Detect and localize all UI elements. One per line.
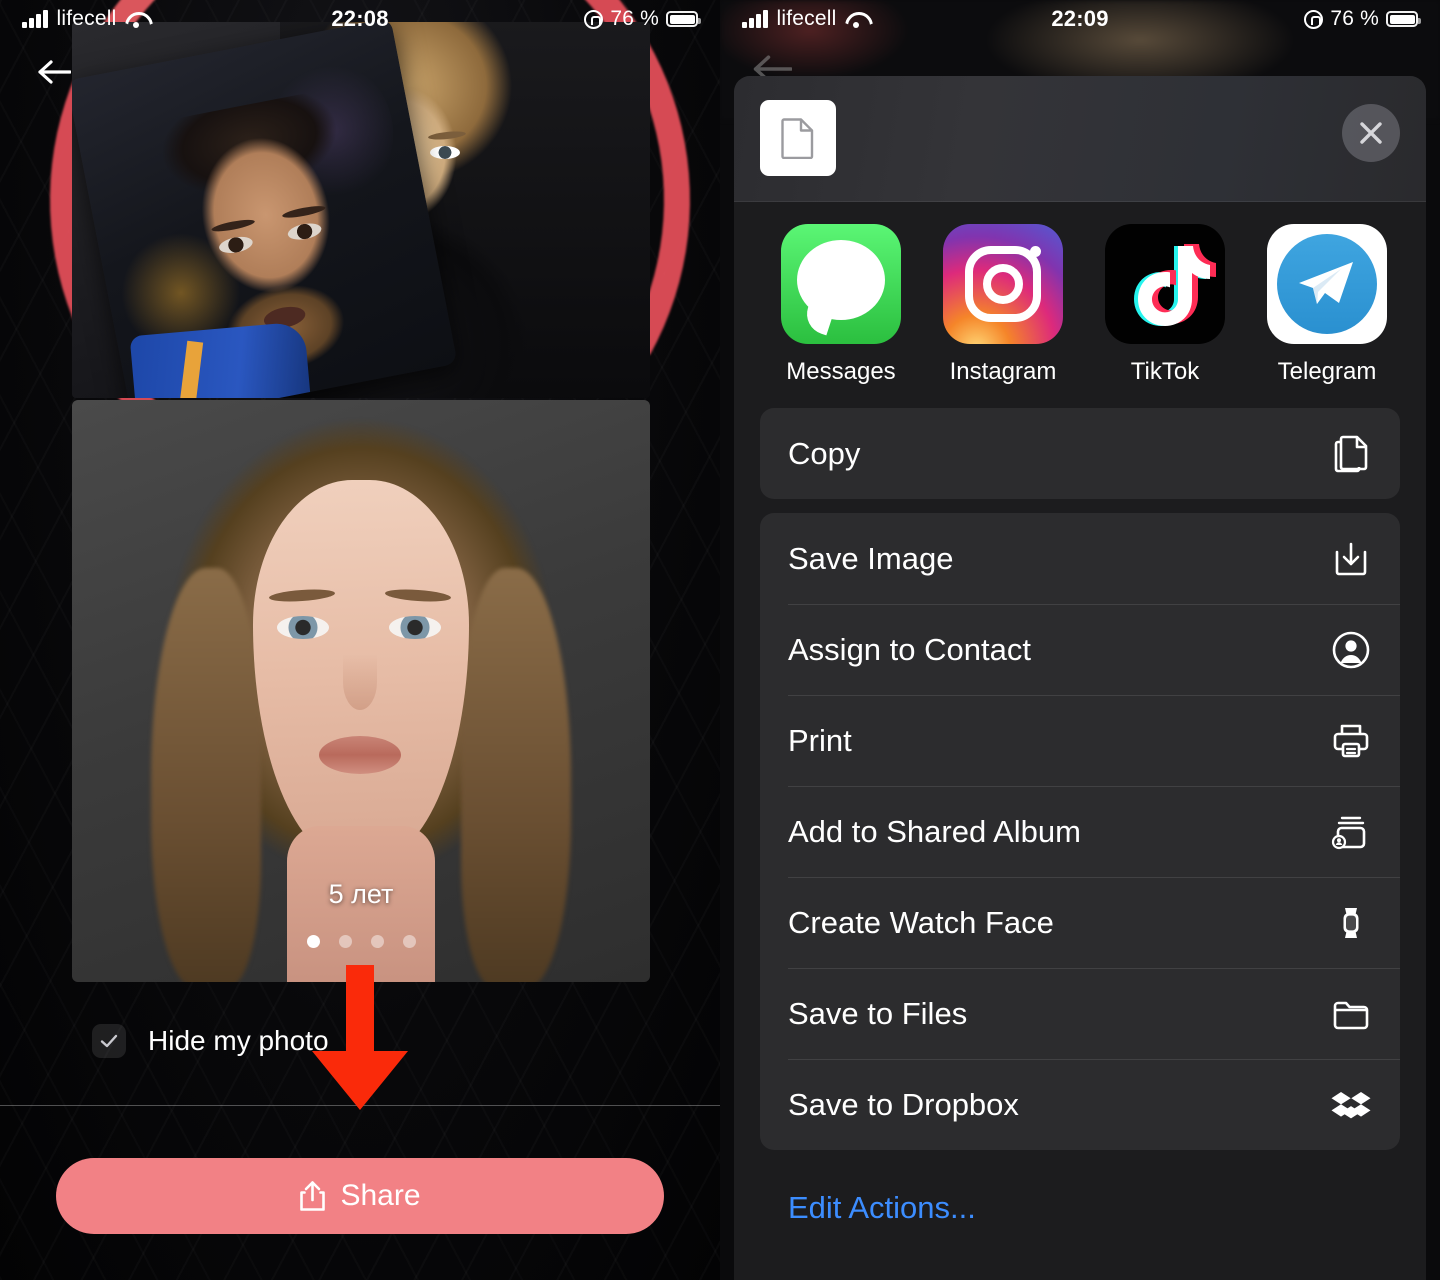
telegram-icon xyxy=(1267,224,1387,344)
tiktok-note-glyph xyxy=(1134,244,1216,326)
carrier-name: lifecell xyxy=(56,7,117,30)
share-action-groups: Copy Save Image Assign to Contact Print … xyxy=(734,400,1426,1246)
tiktok-icon xyxy=(1105,224,1225,344)
rotation-lock-icon xyxy=(1304,9,1324,29)
page-dot[interactable] xyxy=(402,935,416,948)
status-bar-right: lifecell 22:09 76 % xyxy=(720,0,1440,38)
share-sheet-header xyxy=(734,76,1426,202)
signal-bars-icon xyxy=(22,10,48,28)
edit-actions-button[interactable]: Edit Actions... xyxy=(760,1164,1400,1246)
share-button[interactable]: Share xyxy=(56,1158,664,1234)
action-label: Save Image xyxy=(788,540,954,576)
status-clock: 22:08 xyxy=(331,6,389,31)
watch-icon xyxy=(1328,900,1374,946)
action-label: Save to Files xyxy=(788,995,968,1031)
status-left-group: lifecell xyxy=(22,7,262,31)
instagram-icon xyxy=(943,224,1063,344)
share-app-notes[interactable]: N xyxy=(1408,224,1426,386)
contact-icon xyxy=(1328,627,1374,673)
share-app-label: Messages xyxy=(786,358,896,385)
action-copy[interactable]: Copy xyxy=(760,408,1400,499)
dual-screenshot: lifecell 22:08 76 % 5 лет Hide my photo … xyxy=(0,0,1440,1280)
action-save-image[interactable]: Save Image xyxy=(760,513,1400,604)
page-dot[interactable] xyxy=(338,935,352,948)
page-dot[interactable] xyxy=(370,935,384,948)
share-app-label: Telegram xyxy=(1277,358,1377,385)
action-label: Copy xyxy=(788,435,861,471)
copy-icon xyxy=(1328,431,1374,477)
share-app-tiktok[interactable]: TikTok xyxy=(1084,224,1246,386)
left-phone-panel: lifecell 22:08 76 % 5 лет Hide my photo … xyxy=(0,0,720,1280)
action-label: Add to Shared Album xyxy=(788,813,1081,849)
share-app-telegram[interactable]: Telegram xyxy=(1246,224,1408,386)
annotation-arrow-down xyxy=(312,965,408,1110)
age-label: 5 лет xyxy=(328,879,394,909)
action-print[interactable]: Print xyxy=(760,695,1400,786)
carrier-name: lifecell xyxy=(776,7,837,30)
check-icon xyxy=(100,1034,118,1048)
shared-album-icon xyxy=(1328,809,1374,855)
action-label: Print xyxy=(788,722,852,758)
back-button[interactable] xyxy=(30,50,78,94)
action-label: Create Watch Face xyxy=(788,904,1054,940)
messi-photo-card xyxy=(72,22,458,398)
page-dot[interactable] xyxy=(306,935,320,948)
share-sheet: Messages Instagram TikTok Telegram Copy … xyxy=(734,76,1426,1280)
share-app-instagram[interactable]: Instagram xyxy=(922,224,1084,386)
hide-my-photo-label: Hide my photo xyxy=(148,1025,329,1056)
share-action-group-2: Save Image Assign to Contact Print Add t… xyxy=(760,513,1400,1150)
telegram-plane-glyph xyxy=(1299,262,1353,304)
page-dots[interactable] xyxy=(72,935,650,948)
status-left-group: lifecell xyxy=(742,7,982,31)
status-right-group: 76 % xyxy=(1178,7,1421,31)
battery-icon xyxy=(1386,11,1421,27)
close-button[interactable] xyxy=(1342,104,1400,162)
action-label: Assign to Contact xyxy=(788,631,1031,667)
share-apps-row[interactable]: Messages Instagram TikTok Telegram xyxy=(734,202,1426,400)
share-button-label: Share xyxy=(340,1179,421,1212)
photo-card-top[interactable] xyxy=(72,22,650,398)
share-app-messages[interactable]: Messages xyxy=(760,224,922,386)
status-bar-left: lifecell 22:08 76 % xyxy=(0,0,720,38)
hide-my-photo-row[interactable]: Hide my photo xyxy=(92,1024,329,1058)
hide-my-photo-checkbox[interactable] xyxy=(92,1024,126,1058)
action-label: Save to Dropbox xyxy=(788,1086,1019,1122)
printer-icon xyxy=(1328,718,1374,764)
action-save-to-files[interactable]: Save to Files xyxy=(760,968,1400,1059)
right-phone-panel: lifecell 22:09 76 % Messages Instagram T… xyxy=(720,0,1440,1280)
action-save-to-dropbox[interactable]: Save to Dropbox xyxy=(760,1059,1400,1150)
share-up-icon xyxy=(300,1181,326,1211)
battery-percent: 76 % xyxy=(1330,7,1379,30)
document-icon xyxy=(781,118,814,159)
preview-thumbnail[interactable] xyxy=(760,100,836,176)
share-app-label: TikTok xyxy=(1130,358,1200,385)
action-add-to-shared-album[interactable]: Add to Shared Album xyxy=(760,786,1400,877)
action-assign-to-contact[interactable]: Assign to Contact xyxy=(760,604,1400,695)
save-image-icon xyxy=(1328,536,1374,582)
photo-card-main[interactable]: 5 лет xyxy=(72,400,650,982)
wifi-icon xyxy=(845,11,867,28)
rotation-lock-icon xyxy=(584,9,604,29)
signal-bars-icon xyxy=(742,10,768,28)
status-clock: 22:09 xyxy=(1051,6,1109,31)
action-create-watch-face[interactable]: Create Watch Face xyxy=(760,877,1400,968)
messages-icon xyxy=(781,224,901,344)
dropbox-icon xyxy=(1328,1082,1374,1128)
share-action-group-1: Copy xyxy=(760,408,1400,499)
wifi-icon xyxy=(125,11,147,28)
battery-percent: 76 % xyxy=(610,7,659,30)
share-app-label: Instagram xyxy=(949,358,1057,385)
close-icon xyxy=(1360,122,1382,144)
status-right-group: 76 % xyxy=(458,7,701,31)
back-arrow-icon xyxy=(38,60,71,84)
folder-icon xyxy=(1328,991,1374,1037)
battery-icon xyxy=(666,11,701,27)
